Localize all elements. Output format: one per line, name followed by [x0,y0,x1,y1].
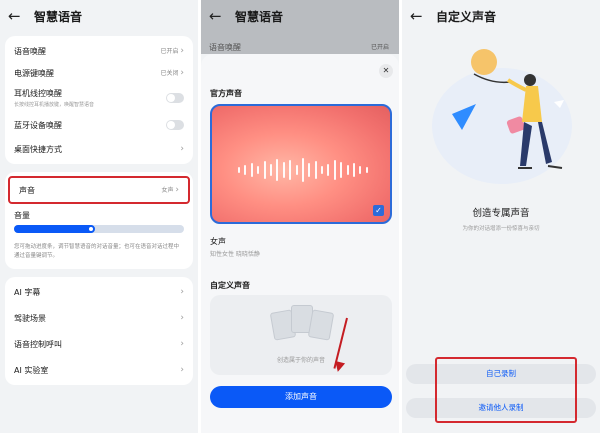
row-voice-wake[interactable]: 语音唤醒 已开启 › [5,40,193,62]
official-voice-title: 官方声音 [210,89,242,98]
dimmed-row-value: 已开启 [370,44,389,51]
bluetooth-wake-toggle[interactable] [166,120,184,130]
chevron-right-icon: › [180,365,184,375]
row-value: 已开启 › [160,46,184,56]
chevron-right-icon: › [175,185,179,195]
chevron-right-icon: › [180,313,184,323]
wake-card: 语音唤醒 已开启 › 电源键唤醒 已关闭 › 耳机线控唤醒 长按线控耳机播放键，… [5,36,193,164]
row-voice-sound[interactable]: 声音 女声 › [8,176,190,204]
voice-picker-panel: ← 智慧语音 语音唤醒 已开启 ✕ 官方声音 ✓ 女声 知性女性 晓晓恬静 自定… [201,0,399,433]
row-label: AI 实验室 [14,365,49,375]
row-ai-lab[interactable]: AI 实验室 › [5,357,193,383]
highlight-box [435,357,577,423]
row-power-key-wake[interactable]: 电源键唤醒 已关闭 › [5,62,193,84]
custom-voice-title: 自定义声音 [210,281,250,290]
volume-label: 音量 [14,211,30,220]
row-label: 蓝牙设备唤醒 [14,120,62,130]
checkbox-checked-icon[interactable]: ✓ [373,205,384,216]
row-driving-scene[interactable]: 驾驶场景 › [5,305,193,331]
dimmed-background: ← 智慧语音 语音唤醒 已开启 [201,0,399,54]
row-voice-call[interactable]: 语音控制呼叫 › [5,331,193,357]
row-sublabel: 长按线控耳机播放键，唤醒智慧语音 [14,102,95,108]
voice-bottom-sheet: ✕ 官方声音 ✓ 女声 知性女性 晓晓恬静 自定义声音 创造属于你的声音 添加声… [201,54,399,433]
row-ai-subtitle[interactable]: AI 字幕 › [5,279,193,305]
row-label: 语音控制呼叫 [14,339,62,349]
more-card: AI 字幕 › 驾驶场景 › 语音控制呼叫 › AI 实验室 › [5,277,193,385]
top-bar: ← 智慧语音 [201,0,399,32]
create-voice-subtitle: 为你的对话增添一份惊喜与亲切 [462,226,540,232]
earphone-wake-toggle[interactable] [166,93,184,103]
chevron-right-icon: › [180,68,184,78]
add-voice-button[interactable]: 添加声音 [210,386,392,408]
row-earphone-wake: 耳机线控唤醒 长按线控耳机播放键，唤醒智慧语音 [5,84,193,112]
voice-cards-illustration [269,305,335,345]
chevron-right-icon: › [180,339,184,349]
custom-voice-empty-state: 创造属于你的声音 [210,295,392,375]
row-label: 桌面快捷方式 [14,144,62,154]
arrow-left-icon[interactable]: ← [209,7,227,25]
volume-note: 您可拖动进度条，调节智慧语音的对话音量；也可在语音对话过程中通过音量键调节。 [14,244,180,259]
waveform-icon [238,158,368,182]
chevron-right-icon: › [180,144,184,154]
top-bar: ← 自定义声音 [402,0,600,32]
volume-slider-fill [14,225,94,233]
volume-slider[interactable] [14,225,184,233]
row-label: 语音唤醒 [14,46,46,56]
custom-voice-empty-text: 创造属于你的声音 [276,357,325,364]
close-icon[interactable]: ✕ [379,64,393,78]
chevron-right-icon: › [180,287,184,297]
page-title: 智慧语音 [235,9,284,24]
custom-voice-panel: ← 自定义声音 创造专属声音 为你的对话增添一份惊喜与亲切 自己录制 邀请他人录… [402,0,600,433]
page-title: 自定义声音 [436,9,497,24]
voice-name: 女声 [210,237,226,246]
voice-card-female[interactable]: ✓ [210,104,392,224]
arrow-left-icon[interactable]: ← [8,7,26,25]
arrow-left-icon[interactable]: ← [410,7,428,25]
row-desktop-shortcut[interactable]: 桌面快捷方式 › [5,138,193,160]
row-bluetooth-wake: 蓝牙设备唤醒 [5,112,193,138]
chevron-right-icon: › [180,46,184,56]
voice-card: 声音 女声 › 音量 您可拖动进度条，调节智慧语音的对话音量；也可在语音对话过程… [5,172,193,269]
row-label: 驾驶场景 [14,313,46,323]
row-label: 耳机线控唤醒 [14,89,62,98]
dimmed-row-label: 语音唤醒 [209,43,241,52]
voice-description: 知性女性 晓晓恬静 [210,251,260,258]
page-title: 智慧语音 [34,9,83,24]
voice-illustration [432,49,572,184]
create-voice-title: 创造专属声音 [472,208,530,219]
voice-settings-panel: ← 智慧语音 语音唤醒 已开启 › 电源键唤醒 已关闭 › 耳机线控唤醒 长按线… [0,0,198,433]
row-value: 女声 › [161,185,179,195]
row-value: 已关闭 › [160,68,184,78]
row-label: 电源键唤醒 [14,68,54,78]
volume-slider-knob[interactable] [87,225,96,233]
row-label: 声音 [19,185,35,195]
row-label: AI 字幕 [14,287,41,297]
top-bar: ← 智慧语音 [0,0,198,32]
